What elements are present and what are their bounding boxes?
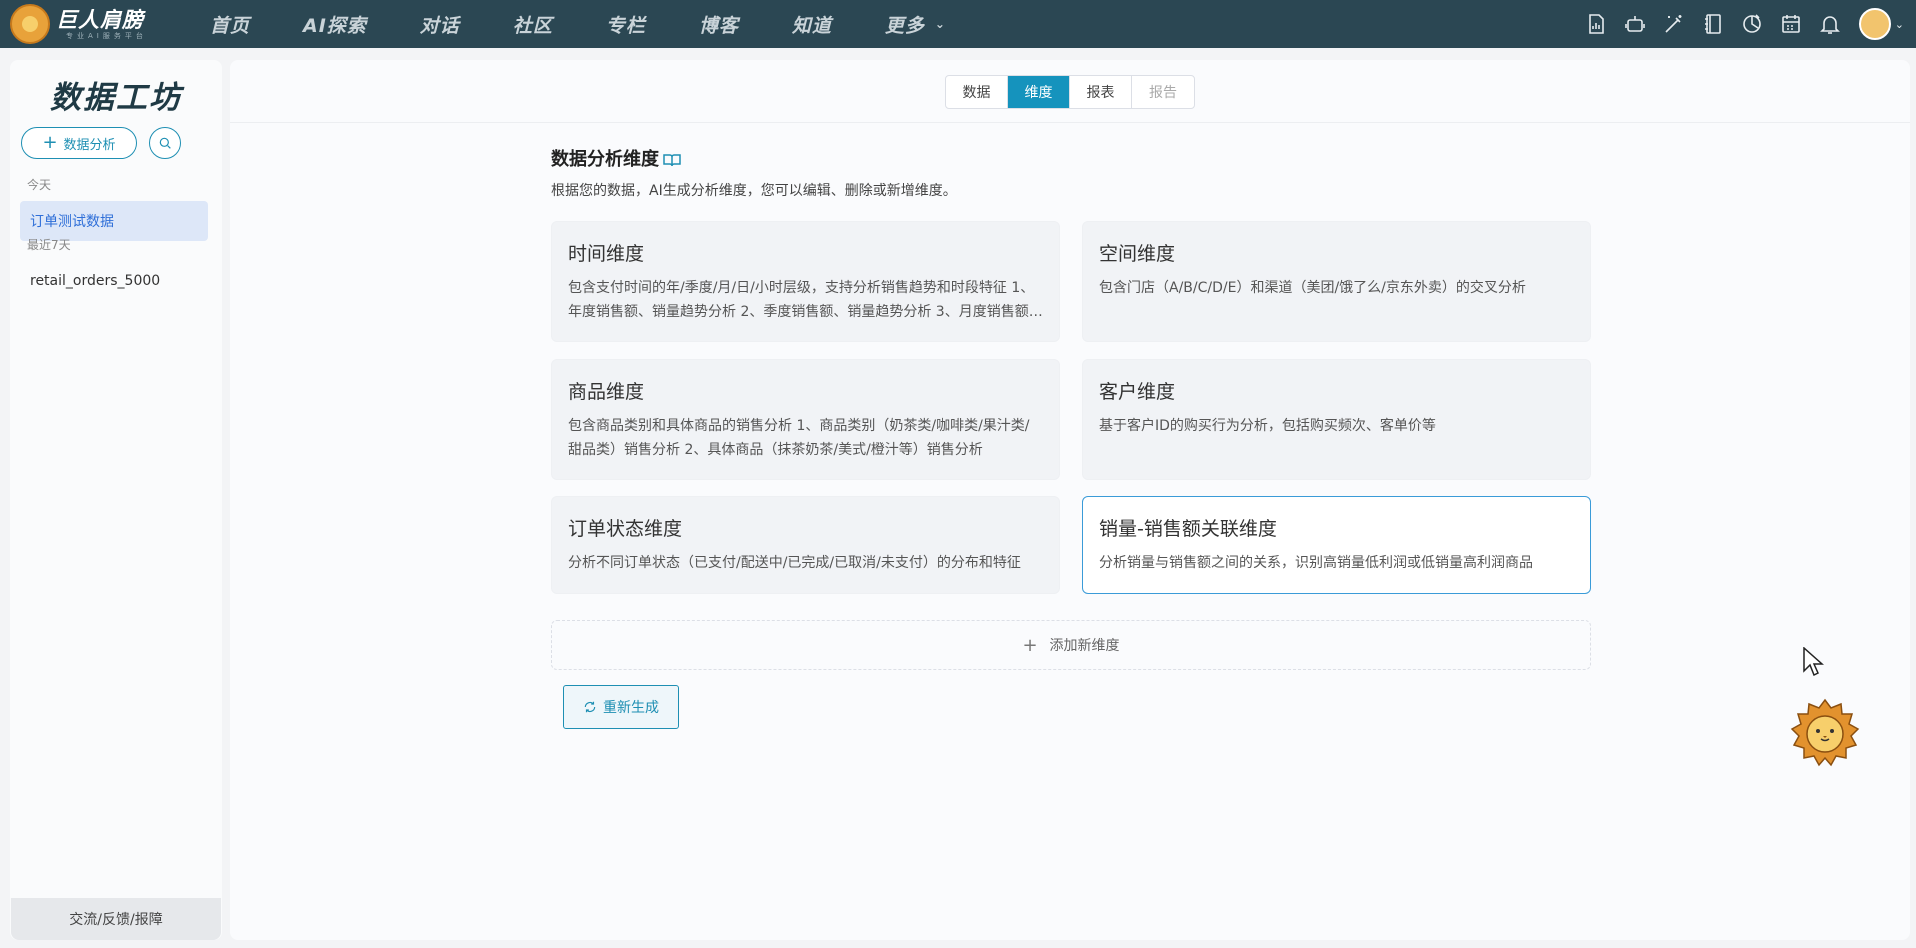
dimension-card-desc: 包含商品类别和具体商品的销售分析 1、商品类别（奶茶类/咖啡类/果汁类/甜品类）…	[568, 418, 1030, 458]
tab-data[interactable]: 数据	[946, 76, 1008, 108]
refresh-icon	[584, 701, 596, 713]
sidebar: 数据工坊 + 数据分析 今天 订单测试数据 最近7天 retail_orders…	[10, 60, 222, 940]
tab-dimension[interactable]: 维度	[1008, 76, 1070, 108]
bell-icon[interactable]	[1817, 11, 1843, 37]
dimension-card[interactable]: 订单状态维度 分析不同订单状态（已支付/配送中/已完成/已取消/未支付）的分布和…	[551, 496, 1060, 594]
nav-home[interactable]: 首页	[210, 11, 250, 38]
chart-circle-icon[interactable]	[1739, 11, 1765, 37]
dimension-card[interactable]: 销量-销售额关联维度 分析销量与销售额之间的关系，识别高销量低利润或低销量高利润…	[1082, 496, 1591, 594]
calendar-icon[interactable]	[1778, 11, 1804, 37]
history-group-today: 今天	[27, 178, 52, 192]
history-item[interactable]: 订单测试数据	[20, 201, 208, 241]
site-logo[interactable]: 巨人肩膀 专业AI服务平台	[10, 4, 160, 44]
main-nav: 首页 AI探索 对话 社区 专栏 博客 知道 更多 ⌄	[210, 11, 999, 38]
new-analysis-label: 数据分析	[63, 137, 116, 153]
nav-blog[interactable]: 博客	[699, 11, 739, 38]
main-panel: 数据 维度 报表 报告 数据分析维度 根据您的数据，AI生成分析维度，您可以编辑…	[230, 60, 1910, 940]
regenerate-label: 重新生成	[603, 700, 659, 716]
nav-chat[interactable]: 对话	[420, 11, 460, 38]
plus-icon: +	[1022, 634, 1038, 656]
nav-community[interactable]: 社区	[513, 11, 553, 38]
nav-knowledge[interactable]: 知道	[792, 11, 832, 38]
dimension-card-title: 订单状态维度	[568, 518, 683, 540]
chevron-down-icon[interactable]: ⌄	[1895, 18, 1904, 31]
dimension-card-title: 商品维度	[568, 381, 645, 403]
user-avatar[interactable]	[1858, 8, 1891, 40]
notebook-icon[interactable]	[1700, 11, 1726, 37]
nav-ai-explore[interactable]: AI探索	[303, 11, 367, 38]
dimension-card-title: 销量-销售额关联维度	[1099, 518, 1277, 540]
add-dimension-label: 添加新维度	[1049, 638, 1120, 654]
chevron-down-icon: ⌄	[934, 17, 946, 31]
lion-logo-icon	[10, 4, 50, 44]
divider	[230, 122, 1910, 123]
top-icon-bar: ⌄	[1570, 0, 1916, 48]
new-analysis-button[interactable]: + 数据分析	[21, 127, 137, 159]
top-navbar: 巨人肩膀 专业AI服务平台 首页 AI探索 对话 社区 专栏 博客 知道 更多 ⌄	[0, 0, 1916, 48]
dimension-card-desc: 分析销量与销售额之间的关系，识别高销量低利润或低销量高利润商品	[1099, 555, 1533, 571]
dimension-card-title: 时间维度	[568, 243, 645, 265]
logo-subtitle: 专业AI服务平台	[66, 31, 147, 40]
feedback-button[interactable]: 交流/反馈/报障	[11, 898, 221, 940]
magic-wand-icon[interactable]	[1661, 11, 1687, 37]
dimension-card[interactable]: 商品维度 包含商品类别和具体商品的销售分析 1、商品类别（奶茶类/咖啡类/果汁类…	[551, 359, 1060, 480]
dimension-card-desc: 包含支付时间的年/季度/月/日/小时层级，支持分析销售趋势和时段特征 1、年度销…	[568, 280, 1043, 320]
lion-mascot-icon[interactable]	[1790, 698, 1860, 768]
section-description: 根据您的数据，AI生成分析维度，您可以编辑、删除或新增维度。	[551, 183, 957, 199]
section-title-text: 数据分析维度	[551, 149, 659, 170]
robot-icon[interactable]	[1622, 11, 1648, 37]
tab-group: 数据 维度 报表 报告	[945, 75, 1195, 109]
regenerate-button[interactable]: 重新生成	[563, 685, 679, 729]
add-dimension-button[interactable]: + 添加新维度	[551, 620, 1591, 670]
search-icon	[159, 137, 171, 149]
section-title: 数据分析维度	[551, 145, 681, 171]
dimension-card[interactable]: 时间维度 包含支付时间的年/季度/月/日/小时层级，支持分析销售趋势和时段特征 …	[551, 221, 1060, 342]
dimension-card[interactable]: 空间维度 包含门店（A/B/C/D/E）和渠道（美团/饿了么/京东外卖）的交叉分…	[1082, 221, 1591, 342]
history-group-week: 最近7天	[27, 238, 71, 252]
book-icon[interactable]	[663, 151, 681, 167]
nav-more[interactable]: 更多 ⌄	[885, 11, 946, 38]
nav-column[interactable]: 专栏	[606, 11, 646, 38]
dimension-card-title: 客户维度	[1099, 381, 1176, 403]
tab-report: 报告	[1149, 85, 1177, 101]
plus-icon: +	[42, 132, 58, 153]
logo-title: 巨人肩膀	[56, 7, 144, 32]
dimension-card-desc: 包含门店（A/B/C/D/E）和渠道（美团/饿了么/京东外卖）的交叉分析	[1099, 280, 1526, 296]
history-item[interactable]: retail_orders_5000	[20, 261, 208, 301]
dimension-card-title: 空间维度	[1099, 243, 1176, 265]
tab-report-table[interactable]: 报表	[1070, 76, 1132, 108]
dimension-card[interactable]: 客户维度 基于客户ID的购买行为分析，包括购买频次、客单价等	[1082, 359, 1591, 480]
nav-more-label: 更多	[884, 14, 925, 37]
search-button[interactable]	[149, 127, 181, 159]
sidebar-title: 数据工坊	[50, 80, 182, 116]
dimension-card-desc: 基于客户ID的购买行为分析，包括购买频次、客单价等	[1099, 418, 1436, 434]
report-icon[interactable]	[1583, 11, 1609, 37]
dimension-card-desc: 分析不同订单状态（已支付/配送中/已完成/已取消/未支付）的分布和特征	[568, 555, 1021, 571]
mouse-cursor-icon	[1803, 647, 1824, 677]
